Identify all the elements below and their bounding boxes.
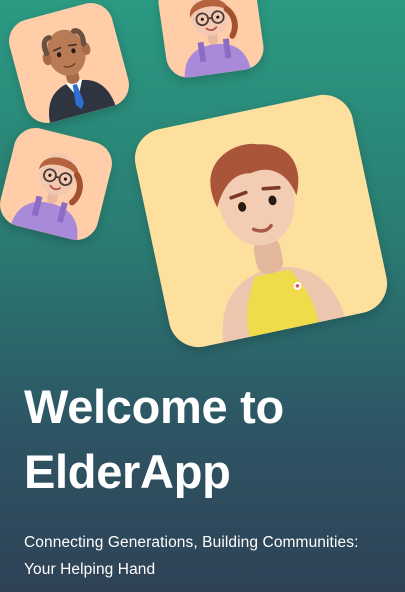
girl-avatar-tile-top [155, 0, 267, 81]
welcome-title: Welcome to ElderApp [24, 380, 284, 498]
elderly-man-avatar-tile [4, 0, 134, 128]
welcome-screen: Welcome to ElderApp Connecting Generatio… [0, 0, 405, 592]
girl-avatar-tile-left [0, 123, 117, 245]
young-man-avatar-tile [129, 89, 393, 353]
elderly-man-avatar-icon [41, 28, 116, 123]
welcome-subtitle: Connecting Generations, Building Communi… [24, 534, 359, 578]
girl-with-glasses-avatar-icon [184, 0, 251, 79]
young-man-avatar-icon [210, 143, 345, 343]
girl-with-glasses-avatar-icon [10, 153, 83, 241]
